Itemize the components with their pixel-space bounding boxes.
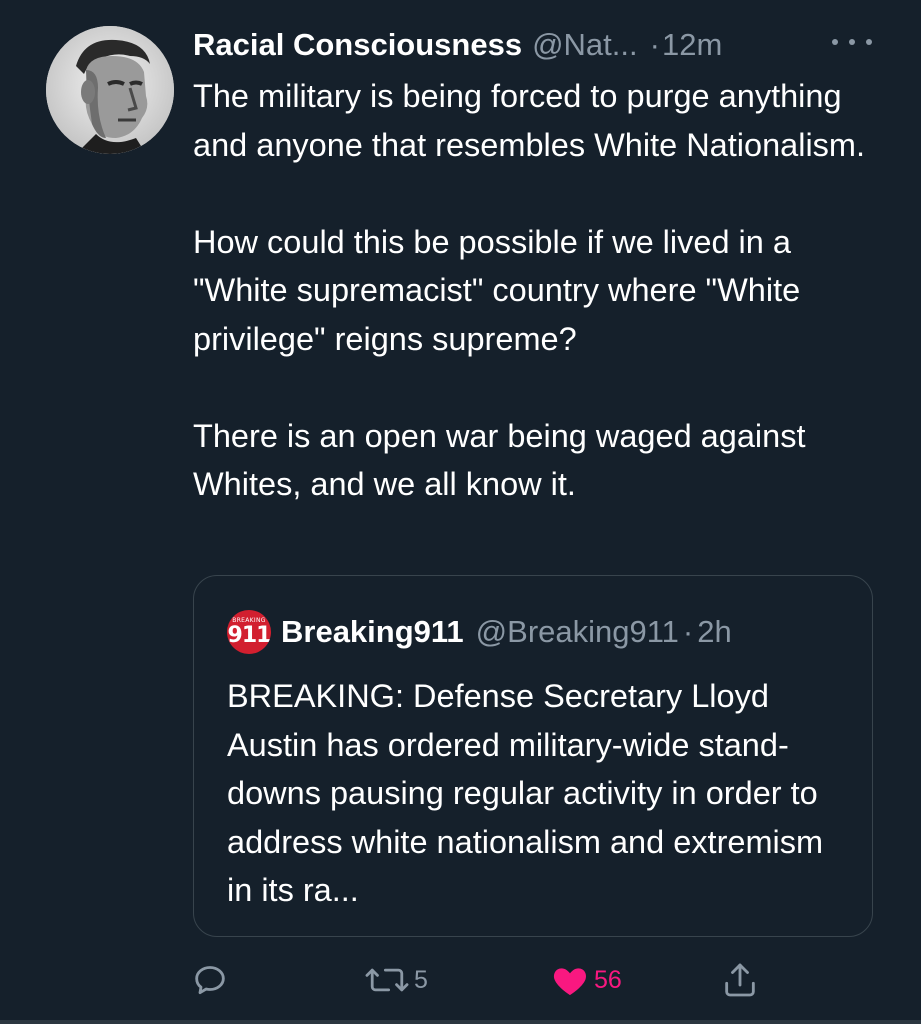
share-button[interactable] xyxy=(720,955,760,1005)
reply-icon xyxy=(195,966,225,995)
retweet-button[interactable]: 5 xyxy=(364,955,428,1005)
author-display-name[interactable]: Racial Consciousness xyxy=(193,27,522,63)
heart-icon xyxy=(553,968,587,995)
retweet-icon xyxy=(365,968,409,992)
retweet-count: 5 xyxy=(414,965,428,994)
like-count: 56 xyxy=(594,965,622,994)
tweet-body: The military is being forced to purge an… xyxy=(193,72,883,509)
breaking911-logo-icon: BREAKING 911 xyxy=(227,610,271,654)
quoted-timestamp: 2h xyxy=(697,614,732,649)
more-dot xyxy=(849,39,855,45)
tweet-action-bar: 5 56 xyxy=(0,955,921,1005)
quoted-tweet-text: BREAKING: Defense Secretary Lloyd Austin… xyxy=(227,678,824,908)
quoted-separator: · xyxy=(682,614,694,649)
tweet-timestamp[interactable]: 12m xyxy=(662,27,722,63)
tweet-header: Racial Consciousness @Nat... · 12m xyxy=(193,24,722,66)
more-dot xyxy=(866,39,872,45)
quoted-display-name: Breaking911 xyxy=(281,614,464,649)
tweet-paragraph: How could this be possible if we lived i… xyxy=(193,223,801,357)
quoted-tweet-card[interactable]: BREAKING 911 Breaking911 @Breaking911 · … xyxy=(193,575,873,937)
more-horizontal-icon[interactable] xyxy=(832,30,872,54)
tweet-paragraph: The military is being forced to purge an… xyxy=(193,78,866,163)
quoted-handle: @Breaking911 xyxy=(475,614,679,649)
logo-big-text: 911 xyxy=(227,623,271,648)
avatar-portrait-icon xyxy=(46,26,174,154)
more-dot xyxy=(832,39,838,45)
quoted-tweet-header: BREAKING 911 Breaking911 @Breaking911 · … xyxy=(227,610,732,654)
author-avatar[interactable] xyxy=(46,26,174,154)
share-icon xyxy=(725,963,755,997)
header-separator: · xyxy=(649,27,660,62)
like-button[interactable]: 56 xyxy=(550,955,622,1005)
tweet-paragraph: There is an open war being waged against… xyxy=(193,417,806,503)
author-handle[interactable]: @Nat... xyxy=(532,27,638,63)
reply-button[interactable] xyxy=(190,955,230,1005)
tweet-divider xyxy=(0,1020,921,1024)
